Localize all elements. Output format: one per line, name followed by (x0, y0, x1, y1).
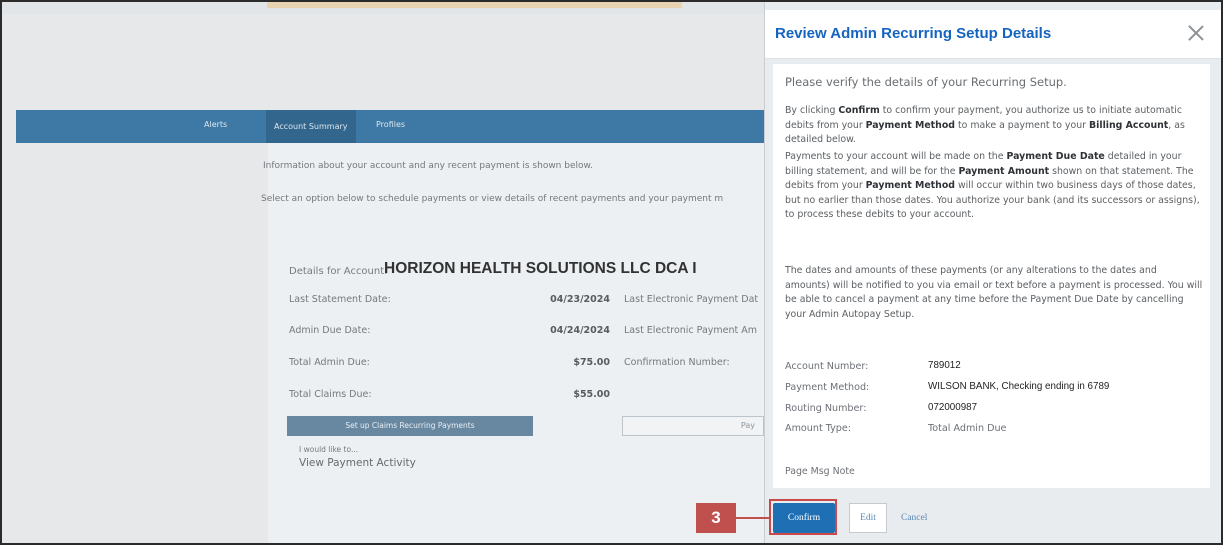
text-bold: Payment Due Date (1006, 151, 1105, 162)
text-bold: Payment Method (865, 119, 955, 131)
dialog-body: Please verify the details of your Recurr… (773, 64, 1210, 488)
text-bold: Confirm (838, 105, 880, 116)
dialog-title: Review Admin Recurring Setup Details (775, 25, 1052, 42)
cancel-button[interactable]: Cancel (901, 503, 927, 533)
text: By clicking (785, 105, 839, 116)
text-bold: Payment Method (865, 180, 955, 191)
page-msg-note: Page Msg Note (785, 466, 855, 477)
payment-terms-paragraph: Payments to your account will be made on… (785, 150, 1203, 223)
close-icon[interactable] (1186, 23, 1206, 43)
authorization-paragraph: By clicking Confirm to confirm your paym… (785, 104, 1203, 148)
edit-button[interactable]: Edit (849, 503, 887, 533)
notification-paragraph: The dates and amounts of these payments … (785, 265, 1203, 320)
text: Payments to your account will be made on… (785, 151, 1007, 162)
text: to make a payment to your (954, 119, 1089, 131)
detail-label: Routing Number: (785, 403, 867, 414)
text-bold: Payment Amount (958, 165, 1050, 177)
amount-type-value: Total Admin Due (928, 423, 1007, 434)
payment-method-value: WILSON BANK, Checking ending in 6789 (928, 381, 1110, 392)
text-bold: Billing Account (1089, 119, 1169, 131)
step-marker-line (736, 517, 769, 519)
account-number-value: 789012 (928, 360, 961, 371)
confirm-button[interactable]: Confirm (773, 503, 835, 533)
verify-heading: Please verify the details of your Recurr… (785, 75, 1067, 89)
step-marker-badge: 3 (696, 503, 736, 533)
overlay-dim (2, 2, 764, 543)
dialog-header: Review Admin Recurring Setup Details (765, 10, 1221, 59)
screenshot-frame: Alerts Account Summary Profiles Informat… (0, 0, 1223, 545)
detail-label: Account Number: (785, 361, 869, 372)
dialog-footer: Confirm Edit Cancel (765, 492, 1221, 543)
detail-label: Payment Method: (785, 382, 870, 393)
detail-label: Amount Type: (785, 423, 852, 434)
routing-number-value: 072000987 (928, 402, 978, 413)
review-dialog: Review Admin Recurring Setup Details Ple… (764, 2, 1221, 543)
